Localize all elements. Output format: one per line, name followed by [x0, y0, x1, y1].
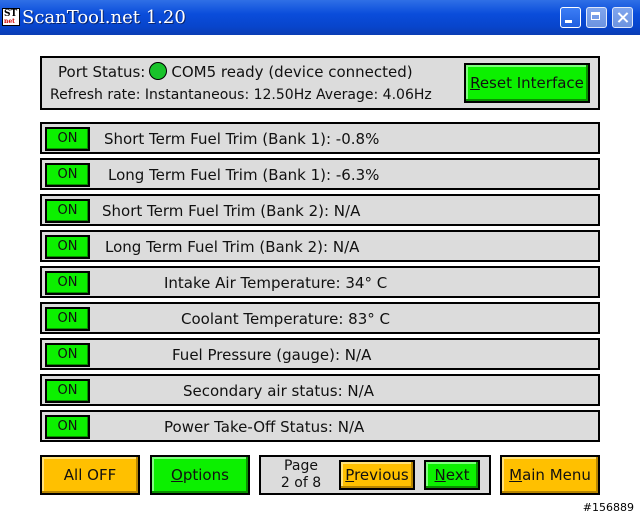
sensor-toggle-button[interactable]: ON [45, 163, 90, 187]
sensor-reading: Long Term Fuel Trim (Bank 2): N/A [105, 238, 360, 256]
sensor-reading: Coolant Temperature: 83° C [181, 310, 391, 328]
page-number: 2 of 8 [280, 475, 322, 491]
previous-mnemonic: P [345, 466, 355, 484]
reset-button-mnemonic: R [470, 74, 480, 92]
sensor-toggle-button[interactable]: ON [45, 307, 90, 331]
port-status-line: Port Status: COM5 ready (device connected… [58, 62, 413, 81]
sensor-reading: Short Term Fuel Trim (Bank 1): -0.8% [104, 130, 380, 148]
status-led-icon [149, 62, 168, 80]
sensor-toggle-button[interactable]: ON [45, 343, 90, 367]
watermark-id: #156889 [582, 501, 634, 514]
sensor-toggle-button[interactable]: ON [45, 379, 90, 403]
options-label: ptions [182, 466, 229, 484]
sensor-toggle-button[interactable]: ON [45, 199, 90, 223]
sensor-row: ON Short Term Fuel Trim (Bank 1): -0.8% [40, 122, 600, 154]
reset-interface-button[interactable]: Reset Interface [464, 63, 590, 103]
sensor-toggle-button[interactable]: ON [45, 271, 90, 295]
main-menu-button[interactable]: Main Menu [500, 455, 600, 495]
page-indicator: Page 2 of 8 [265, 458, 337, 492]
sensor-row: ON Long Term Fuel Trim (Bank 2): N/A [40, 230, 600, 262]
sensor-row: ON Long Term Fuel Trim (Bank 1): -6.3% [40, 158, 600, 190]
previous-button[interactable]: Previous [339, 460, 415, 490]
next-button[interactable]: Next [424, 460, 480, 490]
sensor-row: ON Coolant Temperature: 83° C [40, 302, 600, 334]
sensor-reading: Secondary air status: N/A [183, 382, 374, 400]
sensor-reading: Fuel Pressure (gauge): N/A [172, 346, 372, 364]
page-label: Page [284, 458, 318, 474]
close-button[interactable] [612, 7, 633, 28]
sensor-toggle-button[interactable]: ON [45, 235, 90, 259]
main-menu-label: ain Menu [522, 466, 591, 484]
options-mnemonic: O [171, 466, 183, 484]
sensor-row: ON Fuel Pressure (gauge): N/A [40, 338, 600, 370]
next-label: ext [445, 466, 470, 484]
sensor-row: ON Power Take-Off Status: N/A [40, 410, 600, 442]
all-off-button[interactable]: All OFF [40, 455, 140, 495]
sensor-row: ON Secondary air status: N/A [40, 374, 600, 406]
options-button[interactable]: Options [150, 455, 250, 495]
sensor-reading: Long Term Fuel Trim (Bank 1): -6.3% [108, 166, 380, 184]
sensor-toggle-button[interactable]: ON [45, 415, 90, 439]
title-bar[interactable]: ST net ScanTool.net 1.20 [0, 0, 640, 35]
port-status-panel: Port Status: COM5 ready (device connected… [40, 56, 600, 110]
app-icon-subtext: net [4, 18, 15, 25]
window-title: ScanTool.net 1.20 [22, 7, 186, 28]
port-status-value: COM5 ready (device connected) [171, 63, 413, 81]
sensor-toggle-button[interactable]: ON [45, 127, 90, 151]
reset-button-label: eset Interface [479, 74, 584, 92]
next-mnemonic: N [434, 466, 446, 484]
sensor-reading: Short Term Fuel Trim (Bank 2): N/A [102, 202, 361, 220]
app-icon: ST net [2, 8, 20, 26]
sensor-reading: Intake Air Temperature: 34° C [164, 274, 388, 292]
sensor-row: ON Intake Air Temperature: 34° C [40, 266, 600, 298]
maximize-button[interactable] [586, 7, 607, 28]
minimize-button[interactable] [560, 7, 581, 28]
refresh-rate-text: Refresh rate: Instantaneous: 12.50Hz Ave… [50, 87, 432, 103]
port-status-label: Port Status: [58, 63, 146, 81]
sensor-row: ON Short Term Fuel Trim (Bank 2): N/A [40, 194, 600, 226]
sensor-reading: Power Take-Off Status: N/A [164, 418, 365, 436]
main-menu-mnemonic: M [509, 466, 523, 484]
previous-label: revious [354, 466, 409, 484]
